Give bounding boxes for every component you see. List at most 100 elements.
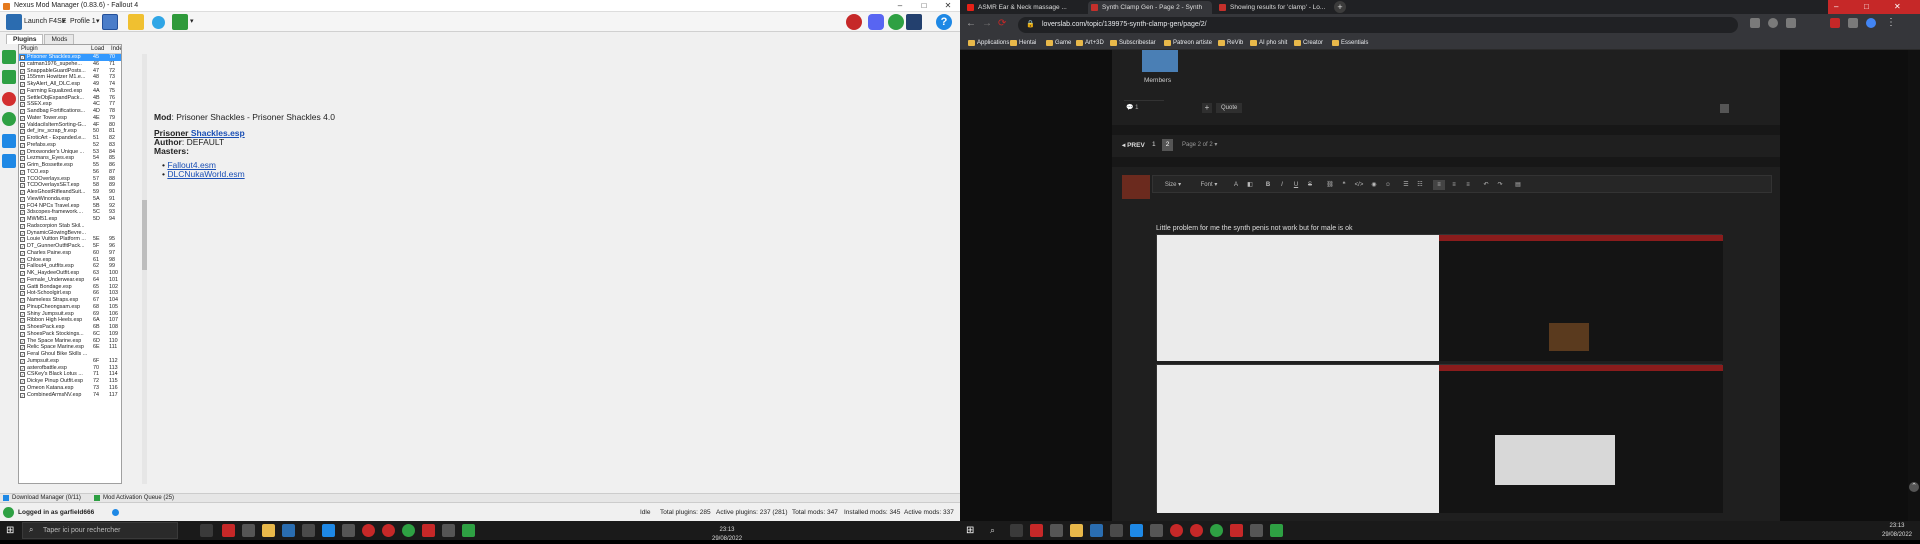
settings-icon[interactable] xyxy=(1050,524,1063,537)
plugin-row[interactable]: ✓ Grim_Bossette.esp 55 86 xyxy=(19,162,121,169)
app-icon[interactable] xyxy=(342,524,355,537)
plugin-checkbox[interactable]: ✓ xyxy=(20,68,25,74)
plugin-checkbox[interactable]: ✓ xyxy=(20,190,25,195)
embedded-screenshot-2[interactable] xyxy=(1156,364,1723,513)
plugin-checkbox[interactable]: ✓ xyxy=(20,392,25,398)
plugin-checkbox[interactable]: ✓ xyxy=(20,55,25,60)
menu-icon[interactable]: ⋮ xyxy=(1886,17,1896,28)
app-icon[interactable] xyxy=(1030,524,1043,537)
puzzle-icon[interactable] xyxy=(1848,18,1858,28)
plugin-row[interactable]: ✓ EroticArt - Expanded.e... 51 82 xyxy=(19,135,121,142)
search-icon[interactable]: ⌕ xyxy=(990,525,995,536)
tools-dropdown-icon[interactable]: ▾ xyxy=(190,14,194,30)
browser-tab-2[interactable]: Synth Clamp Gen - Page 2 - Synth xyxy=(1088,1,1212,14)
import-icon[interactable] xyxy=(2,154,16,168)
column-index[interactable]: Index xyxy=(111,45,121,54)
bookmark-folder[interactable]: Art+3D xyxy=(1076,38,1104,48)
share-icon[interactable] xyxy=(1750,18,1760,28)
plugin-row[interactable]: ✓ Shiny Jumpsuit.esp 69 106 xyxy=(19,311,121,318)
browser-scrollbar[interactable]: ⌃ xyxy=(1908,50,1920,521)
plugin-checkbox[interactable]: ✓ xyxy=(20,311,25,317)
plugin-checkbox[interactable]: ✓ xyxy=(20,156,25,162)
plugin-row[interactable]: ✓ CSKey's Black Lotus ... 71 114 xyxy=(19,371,121,378)
app-icon[interactable] xyxy=(1150,524,1163,537)
plugin-row[interactable]: ✓ ShoesPack.esp 6B 108 xyxy=(19,324,121,331)
prev-button[interactable]: ◂ PREV xyxy=(1122,141,1145,149)
move-down-icon[interactable] xyxy=(2,70,16,84)
plugin-checkbox[interactable]: ✓ xyxy=(20,109,25,114)
app-icon[interactable] xyxy=(362,524,375,537)
plugin-row[interactable]: ✓ SettleObjExpandPack... 4B 76 xyxy=(19,95,121,102)
open-folder-icon[interactable] xyxy=(128,14,144,30)
tab-plugins[interactable]: Plugins xyxy=(6,34,44,44)
update-icon[interactable] xyxy=(906,14,922,30)
plugin-row[interactable]: ✓ Sandbag Fortifications... 4D 78 xyxy=(19,108,121,115)
undo-icon[interactable]: ↶ xyxy=(1481,180,1491,190)
app-icon[interactable] xyxy=(1170,524,1183,537)
plugin-checkbox[interactable]: ✓ xyxy=(20,223,25,229)
move-up-icon[interactable] xyxy=(2,50,16,64)
plugin-checkbox[interactable]: ✓ xyxy=(20,264,25,270)
plugin-checkbox[interactable]: ✓ xyxy=(20,136,25,141)
profile-dropdown-icon[interactable]: ▾ xyxy=(96,14,100,30)
plugin-row[interactable]: ✓ def_inv_scrap_fr.esp 50 81 xyxy=(19,128,121,135)
launch-game-icon[interactable] xyxy=(6,14,22,30)
plugin-row[interactable]: ✓ Nameless Straps.esp 67 104 xyxy=(19,297,121,304)
plugin-row[interactable]: ✓ asterofbattle.esp 70 113 xyxy=(19,365,121,372)
bookmark-star-icon[interactable] xyxy=(1786,18,1796,28)
plugin-checkbox[interactable]: ✓ xyxy=(20,203,25,209)
reply-avatar[interactable] xyxy=(1122,175,1150,199)
app-icon[interactable] xyxy=(382,524,395,537)
windows-start-icon[interactable]: ⊞ xyxy=(6,525,14,536)
plugin-row[interactable]: ✓ Feral Ghoul Bike Skills ... xyxy=(19,351,121,358)
bullet-list-icon[interactable]: ☰ xyxy=(1401,180,1411,190)
file-explorer-icon[interactable] xyxy=(1070,524,1083,537)
disable-all-icon[interactable] xyxy=(2,92,16,106)
profile-manager-icon[interactable] xyxy=(102,14,118,30)
bold-icon[interactable]: B xyxy=(1263,180,1273,190)
plugin-checkbox[interactable]: ✓ xyxy=(20,298,25,303)
plugin-checkbox[interactable]: ✓ xyxy=(20,277,25,283)
align-left-icon[interactable]: ≡ xyxy=(1433,180,1445,190)
plugin-row[interactable]: ✓ MWM51.esp 5D 94 xyxy=(19,216,121,223)
plugin-row[interactable]: ✓ SkyAlert_All_DLC.esp 49 74 xyxy=(19,81,121,88)
close-icon[interactable]: ✕ xyxy=(936,0,960,12)
minimize-icon[interactable]: – xyxy=(888,0,912,12)
page-jump-dropdown[interactable]: Page 2 of 2 ▾ xyxy=(1182,141,1217,148)
user-icon[interactable] xyxy=(3,507,14,518)
plugin-row[interactable]: ✓ TCO.esp 56 87 xyxy=(19,169,121,176)
preview-icon[interactable]: ▤ xyxy=(1513,180,1523,190)
plugin-checkbox[interactable]: ✓ xyxy=(20,358,25,364)
address-bar[interactable]: 🔒 loverslab.com/topic/139975-synth-clamp… xyxy=(1018,17,1738,33)
embedded-screenshot-1[interactable] xyxy=(1156,234,1723,361)
app-icon[interactable] xyxy=(1090,524,1103,537)
plugin-list[interactable]: Plugin Load Order Index ✓Prisoner Shackl… xyxy=(18,44,122,484)
underline-icon[interactable]: U xyxy=(1291,180,1301,190)
launch-dropdown-icon[interactable]: ▾ xyxy=(62,14,66,30)
plugin-checkbox[interactable]: ✓ xyxy=(20,271,25,276)
plugin-row[interactable]: ✓ NK_HaydeeOutfit.esp 63 100 xyxy=(19,270,121,277)
plugin-checkbox[interactable]: ✓ xyxy=(20,88,25,94)
bookmark-folder[interactable]: Subscribestar xyxy=(1110,38,1156,48)
redo-icon[interactable]: ↷ xyxy=(1495,180,1505,190)
paint-icon[interactable]: ◧ xyxy=(1245,180,1255,190)
avatar[interactable] xyxy=(1142,50,1178,72)
launch-button[interactable]: Launch F4SE xyxy=(24,14,66,30)
plugin-checkbox[interactable]: ✓ xyxy=(20,196,25,202)
plugin-checkbox[interactable]: ✓ xyxy=(20,304,25,310)
tools-icon[interactable] xyxy=(172,14,188,30)
plugin-row[interactable]: ✓ Female_Underwear.esp 64 101 xyxy=(19,277,121,284)
plugin-row[interactable]: ✓ SSEX.esp 4C 77 xyxy=(19,101,121,108)
plugin-row[interactable]: ✓ Prefabs.esp 52 83 xyxy=(19,142,121,149)
bookmark-folder[interactable]: Patreon artiste xyxy=(1164,38,1212,48)
font-dropdown[interactable]: Font ▾ xyxy=(1189,180,1229,190)
plugin-row[interactable]: ✓ Dickye Pinup Outfit.esp 72 115 xyxy=(19,378,121,385)
plugin-row[interactable]: ✓ 3dscopes-framework.... 5C 93 xyxy=(19,209,121,216)
plugin-row[interactable]: ✓ Prisoner Shackles.esp 45 70 xyxy=(19,54,121,61)
plugin-checkbox[interactable]: ✓ xyxy=(20,142,25,148)
chrome-icon[interactable] xyxy=(402,524,415,537)
plugin-checkbox[interactable]: ✓ xyxy=(20,237,25,243)
plugin-checkbox[interactable]: ✓ xyxy=(20,129,25,135)
plugin-row[interactable]: ✓ TCOOverlays.esp 57 88 xyxy=(19,176,121,183)
plugin-checkbox[interactable]: ✓ xyxy=(20,250,25,256)
